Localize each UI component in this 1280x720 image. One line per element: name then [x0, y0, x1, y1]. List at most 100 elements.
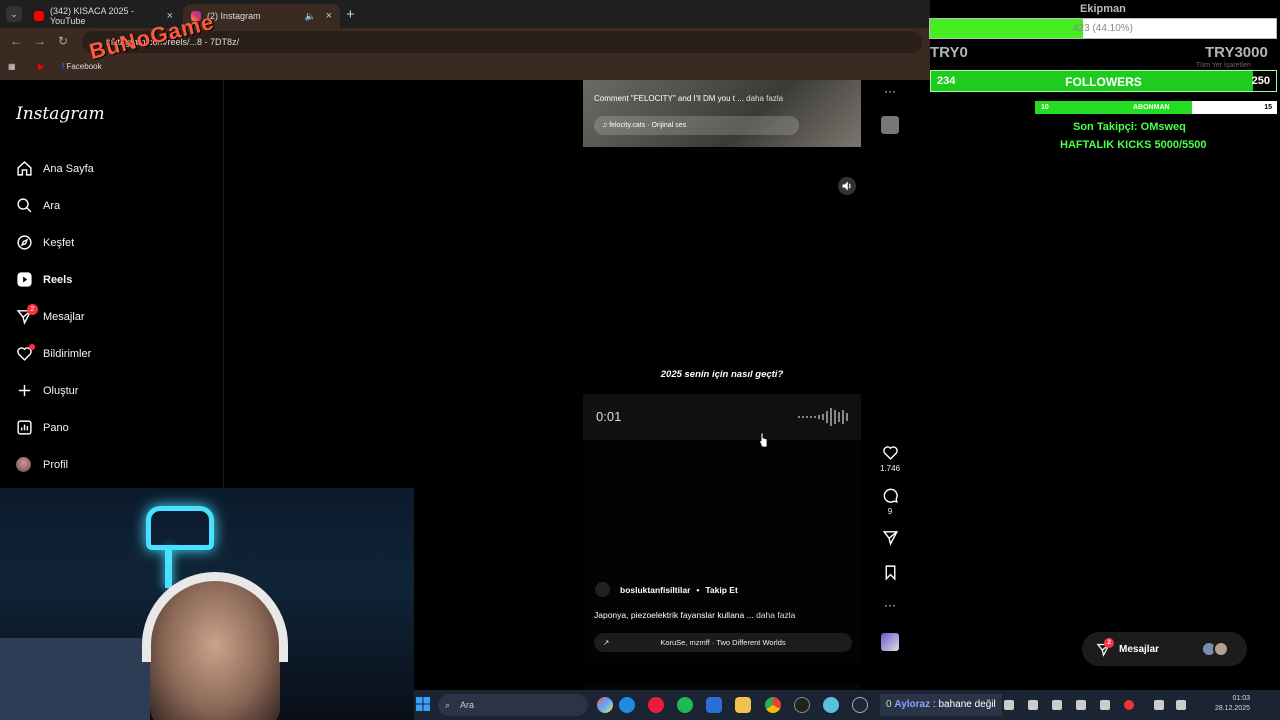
edge-icon[interactable] — [619, 697, 635, 713]
taskbar-search[interactable]: ⌕ Ara — [438, 694, 588, 716]
subscriber-bar: 10 ABONMAN 15 — [1035, 101, 1277, 114]
volume-icon[interactable] — [1176, 700, 1186, 710]
sidebar-item-dashboard[interactable]: Pano — [16, 419, 69, 436]
compass-icon — [17, 235, 32, 250]
close-tab-icon[interactable]: × — [326, 10, 332, 22]
heart-icon — [882, 446, 898, 460]
file-explorer-icon[interactable] — [735, 697, 751, 713]
sidebar-item-explore[interactable]: Keşfet — [16, 234, 74, 251]
username[interactable]: bosluktanfisiltilar — [620, 585, 690, 595]
media-player-icon[interactable] — [648, 697, 664, 713]
dashboard-icon — [17, 420, 32, 435]
new-tab-button[interactable]: + — [346, 6, 355, 23]
tray-icon[interactable] — [1028, 700, 1038, 710]
arrow-icon: ↗ — [603, 638, 610, 647]
sidebar-item-notifications[interactable]: Bildirimler — [16, 344, 91, 362]
audio-thumbnail[interactable] — [881, 116, 899, 134]
plus-icon — [18, 384, 31, 397]
sidebar-item-label: Ana Sayfa — [43, 162, 94, 175]
neon-sign — [146, 506, 214, 550]
settings-icon[interactable] — [823, 697, 839, 713]
home-icon — [17, 161, 32, 176]
messages-label: Mesajlar — [1119, 643, 1160, 655]
sidebar-item-label: Pano — [43, 421, 69, 434]
audio-label: felocity.cats · Orijinal ses — [609, 122, 687, 129]
sidebar-item-label: Mesajlar — [43, 310, 85, 323]
youtube-icon — [34, 11, 44, 21]
goal-max: TRY3000 — [1205, 44, 1268, 61]
taskbar-clock[interactable]: 01:03 28.12.2025 — [1215, 694, 1250, 714]
webcam-background — [0, 638, 150, 720]
weekly-kicks: HAFTALIK KICKS 5000/5500 — [1060, 139, 1207, 151]
like-count: 1.746 — [880, 464, 901, 473]
more-link[interactable]: daha fazla — [746, 94, 783, 103]
sidebar-item-messages[interactable]: 2 Mesajlar — [16, 304, 85, 325]
windows-taskbar: ⌕ Ara 0 Ayloraz : bahane değil 01:03 28.1… — [414, 690, 1280, 720]
subs-current: 10 — [1041, 104, 1049, 111]
apps-icon[interactable]: ▦ — [8, 62, 16, 71]
speaker-icon[interactable]: 🔈 — [305, 11, 316, 22]
screen: ⌄ (342) KISACA 2025 - YouTube × (2) Inst… — [0, 0, 1280, 720]
volume-icon[interactable] — [838, 177, 856, 195]
music-icon: ♫ — [602, 122, 608, 129]
clock-time: 01:03 — [1232, 695, 1250, 702]
tray-icon[interactable] — [1004, 700, 1014, 710]
reload-icon[interactable]: ↻ — [58, 34, 68, 48]
reel-post[interactable]: Comment "FELOCITY" and I'll DM you t ...… — [583, 80, 861, 147]
tab-search-icon[interactable]: ⌄ — [6, 6, 22, 22]
sidebar-item-home[interactable]: Ana Sayfa — [16, 160, 94, 177]
more-options-icon[interactable]: ··· — [880, 598, 900, 612]
goal-amount: 423 — [1072, 23, 1090, 34]
save-button[interactable] — [880, 564, 900, 584]
obs-icon[interactable] — [794, 697, 810, 713]
chrome-icon[interactable] — [765, 697, 781, 713]
steam-icon[interactable] — [852, 697, 868, 713]
chat-ticker: 0 Ayloraz : bahane değil — [880, 694, 1002, 716]
chat-count: 0 — [886, 699, 892, 710]
follow-button[interactable]: Takip Et — [705, 585, 737, 595]
sidebar-item-profile[interactable]: Profil — [16, 457, 68, 472]
reel-video[interactable]: 2025 senin için nasıl geçti? — [583, 168, 861, 392]
audio-pill[interactable]: ↗ KoruSe, mzmff · Two Different Worlds — [594, 633, 852, 652]
microphone-icon[interactable] — [1154, 700, 1164, 710]
goal-text: 423 (44.10%) — [930, 19, 1276, 39]
youtube-bookmark-icon[interactable]: ▶ — [38, 62, 44, 71]
tray-icon[interactable] — [1076, 700, 1086, 710]
share-button[interactable] — [880, 529, 900, 549]
messages-button[interactable]: 2 Mesajlar — [1082, 632, 1247, 666]
search-icon — [17, 198, 32, 213]
reel-video[interactable]: bosluktanfisiltilar • Takip Et Japonya, … — [583, 440, 861, 663]
all-bookmarks[interactable]: Tüm Yer İşaretleri — [1196, 62, 1251, 69]
waveform-icon — [798, 408, 848, 426]
copilot-icon[interactable] — [597, 697, 613, 713]
comment-button[interactable]: 9 — [880, 487, 900, 516]
subs-target: 15 — [1264, 104, 1272, 111]
tray-icon[interactable] — [1100, 700, 1110, 710]
voice-message[interactable]: 0:01 — [583, 394, 861, 440]
forward-icon[interactable]: → — [34, 34, 46, 48]
sidebar-item-create[interactable]: Oluştur — [16, 382, 78, 399]
windows-start-icon[interactable] — [416, 697, 430, 711]
tray-icon[interactable] — [1124, 700, 1134, 710]
store-icon[interactable] — [706, 697, 722, 713]
sidebar-item-search[interactable]: Ara — [16, 197, 60, 214]
audio-thumbnail[interactable] — [881, 633, 899, 651]
spotify-icon[interactable] — [677, 697, 693, 713]
audio-pill[interactable]: ♫ felocity.cats · Orijinal ses — [594, 116, 799, 135]
caption-text: Comment "FELOCITY" and I'll DM you t ... — [594, 94, 744, 103]
streamer-name: Ekipman — [1080, 3, 1126, 15]
more-options-icon[interactable]: ··· — [880, 84, 900, 98]
instagram-logo[interactable]: Instagram — [16, 104, 105, 124]
avatar — [16, 457, 31, 472]
tray-icon[interactable] — [1052, 700, 1062, 710]
reel-author[interactable]: bosluktanfisiltilar • Takip Et — [595, 582, 738, 597]
like-button[interactable]: 1.746 — [880, 444, 900, 473]
more-link[interactable]: daha fazla — [756, 610, 795, 620]
back-icon[interactable]: ← — [10, 34, 22, 48]
instagram-sidebar: Instagram Ana Sayfa Ara Keşfet Reels 2 M… — [0, 80, 224, 490]
last-follower: Son Takipçi: OMsweq — [1073, 121, 1186, 133]
webcam-feed — [0, 488, 414, 720]
messages-badge: 2 — [27, 304, 38, 315]
subs-label: ABONMAN — [1133, 104, 1170, 111]
sidebar-item-reels[interactable]: Reels — [16, 271, 72, 288]
